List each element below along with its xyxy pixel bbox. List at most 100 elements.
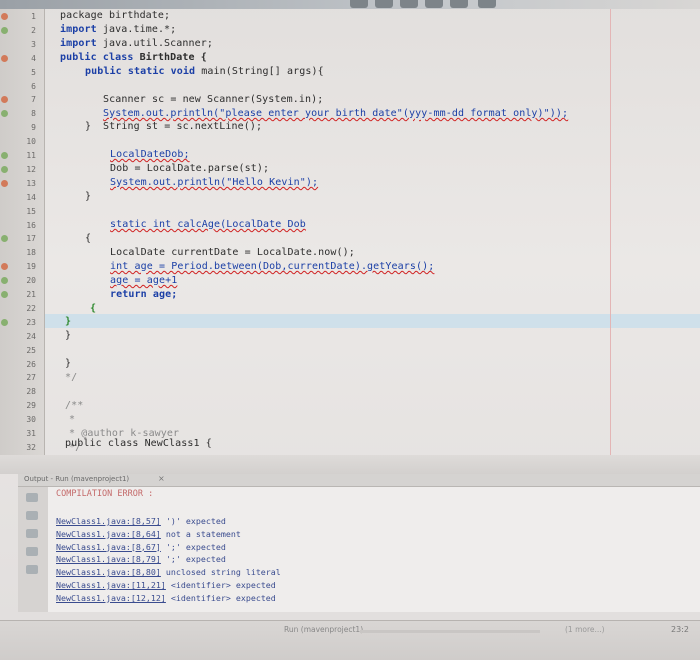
error-location-link[interactable]: NewClass1.java:[8,67] — [56, 542, 161, 552]
toolbar-icon[interactable] — [350, 0, 368, 8]
error-marker-icon[interactable] — [1, 13, 8, 20]
code-line: } — [65, 358, 72, 369]
code-line: * — [69, 414, 76, 425]
error-message: ';' expected — [160, 554, 226, 565]
error-message: unclosed string literal — [160, 567, 281, 578]
line-number: 26 — [26, 359, 36, 369]
line-number: 14 — [26, 192, 36, 202]
code-line: return age; — [110, 289, 178, 300]
line-number: 9 — [31, 123, 36, 133]
status-task[interactable]: Run (mavenproject1) — [284, 625, 363, 634]
code-line: int age = Period.between(Dob,currentDate… — [110, 261, 435, 272]
compilation-error-header: COMPILATION ERROR : — [56, 489, 154, 499]
progress-bar — [360, 630, 540, 633]
toolbar-icon[interactable] — [478, 0, 496, 8]
error-marker-icon[interactable] — [1, 165, 8, 173]
output-line[interactable]: NewClass1.java:[11,21] <identifier> expe… — [56, 580, 276, 590]
line-number: 3 — [31, 39, 36, 49]
line-number: 28 — [26, 387, 36, 397]
error-location-link[interactable]: NewClass1.java:[12,12] — [56, 593, 166, 603]
code-editor[interactable]: 1 2 3 4 5 6 7 8 9 10 11 12 13 14 15 16 17 18 19 20 21 22 23 24 2… — [0, 9, 700, 466]
code-line: String st = sc.nextLine(); — [103, 121, 263, 132]
output-line[interactable]: NewClass1.java:[12,12] <identifier> expe… — [56, 593, 276, 603]
code-line: LocalDate currentDate = LocalDate.now(); — [110, 247, 355, 258]
code-line: } — [85, 121, 92, 132]
right-margin-line — [610, 9, 611, 455]
error-message: ';' expected — [160, 541, 226, 552]
line-number: 31 — [26, 429, 36, 438]
toolbar-icon[interactable] — [450, 0, 468, 8]
rerun-options-icon[interactable] — [26, 511, 38, 520]
code-line: { — [85, 233, 92, 244]
stop-icon[interactable] — [26, 529, 38, 538]
code-line: public static void main(String[] args){ — [85, 66, 324, 77]
line-number: 16 — [26, 220, 36, 230]
error-marker-icon[interactable] — [1, 291, 8, 298]
line-number-gutter: 1 2 3 4 5 6 7 8 9 10 11 12 13 14 15 16 17 18 19 20 21 22 23 24 2… — [0, 9, 45, 466]
ide-window: 1 2 3 4 5 6 7 8 9 10 11 12 13 14 15 16 17 18 19 20 21 22 23 24 2… — [0, 0, 700, 660]
code-line: } — [65, 330, 72, 341]
rerun-icon[interactable] — [26, 493, 38, 502]
code-line: public class NewClass1 { — [65, 438, 212, 449]
settings-icon[interactable] — [26, 547, 38, 556]
caret-position: 23:2 — [671, 625, 689, 634]
line-number: 6 — [31, 81, 36, 91]
current-line-highlight — [45, 314, 700, 328]
output-line[interactable]: NewClass1.java:[8,79] ';' expected — [56, 554, 226, 564]
code-line: /** — [65, 400, 84, 411]
panel-divider[interactable]: public class NewClass1 { — [0, 438, 700, 474]
error-marker-icon[interactable] — [1, 26, 8, 34]
line-number: 29 — [26, 401, 36, 411]
output-line[interactable]: NewClass1.java:[8,64] not a statement — [56, 529, 241, 539]
status-more[interactable]: (1 more...) — [565, 625, 605, 634]
error-marker-icon[interactable] — [1, 152, 8, 159]
code-line: age = age+1 — [110, 275, 178, 286]
output-tab-bar[interactable]: Output - Run (mavenproject1) × — [18, 474, 700, 487]
code-line: import java.util.Scanner; — [60, 38, 214, 49]
code-line: public class BirthDate { — [60, 52, 207, 63]
line-number: 30 — [26, 415, 36, 425]
code-area[interactable]: package birthdate; import java.time.*; i… — [45, 9, 700, 455]
code-line: */ — [65, 372, 78, 383]
clear-icon[interactable] — [26, 565, 38, 574]
line-number: 27 — [26, 373, 36, 383]
code-line: package birthdate; — [60, 10, 171, 21]
code-line: static int calcAge(LocalDate Dob — [110, 219, 306, 230]
output-line[interactable]: NewClass1.java:[8,67] ';' expected — [56, 542, 226, 552]
toolbar-icon[interactable] — [375, 0, 393, 8]
error-marker-icon[interactable] — [1, 54, 8, 62]
output-tab-title[interactable]: Output - Run (mavenproject1) — [24, 475, 129, 483]
line-number: 15 — [26, 206, 36, 216]
code-line: Dob = LocalDate.parse(st); — [110, 163, 270, 174]
line-number: 10 — [26, 137, 36, 147]
error-message: <identifier> expected — [165, 580, 276, 590]
output-console[interactable]: COMPILATION ERROR : NewClass1.java:[8,57… — [48, 487, 700, 612]
code-line: } — [85, 191, 92, 202]
code-line: LocalDateDob; — [110, 149, 190, 160]
error-marker-icon[interactable] — [1, 179, 8, 187]
error-message: ')' expected — [160, 516, 226, 526]
code-line: } — [65, 316, 72, 327]
error-location-link[interactable]: NewClass1.java:[8,80] — [56, 567, 161, 577]
output-line[interactable]: NewClass1.java:[8,80] unclosed string li… — [56, 567, 281, 577]
line-number: 24 — [26, 331, 36, 341]
error-location-link[interactable]: NewClass1.java:[8,57] — [56, 516, 161, 526]
error-location-link[interactable]: NewClass1.java:[8,79] — [56, 554, 161, 564]
error-message: not a statement — [160, 528, 241, 539]
code-line: System.out.println("please enter your bi… — [103, 108, 569, 119]
toolbar-icon[interactable] — [400, 0, 418, 8]
line-number: 22 — [26, 303, 36, 313]
error-message: <identifier> expected — [165, 592, 276, 603]
error-marker-icon[interactable] — [1, 318, 8, 326]
toolbar-icon[interactable] — [425, 0, 443, 8]
output-toolbar — [18, 487, 49, 612]
output-line[interactable]: NewClass1.java:[8,57] ')' expected — [56, 516, 226, 526]
code-line: import java.time.*; — [60, 24, 177, 35]
error-location-link[interactable]: NewClass1.java:[8,64] — [56, 529, 161, 539]
code-line: { — [90, 303, 97, 314]
status-bar: Run (mavenproject1) (1 more...) 23:2 — [0, 620, 700, 660]
error-location-link[interactable]: NewClass1.java:[11,21] — [56, 580, 166, 590]
close-icon[interactable]: × — [158, 474, 165, 483]
line-number: 25 — [26, 345, 36, 355]
code-line: Scanner sc = new Scanner(System.in); — [103, 94, 324, 105]
